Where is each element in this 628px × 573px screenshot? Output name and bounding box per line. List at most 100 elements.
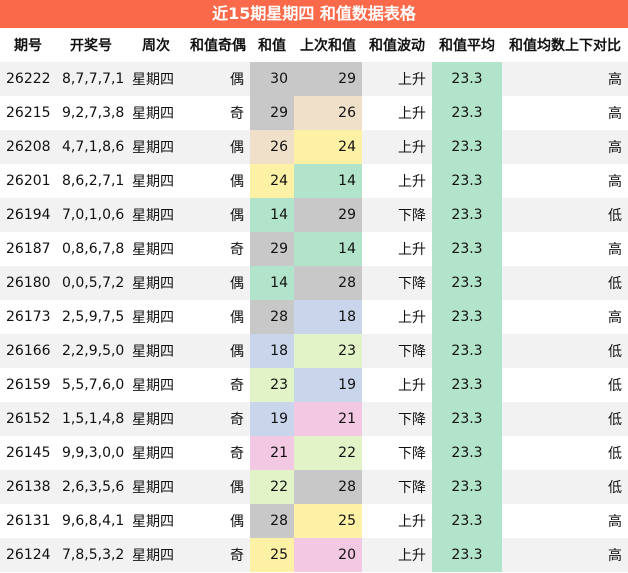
cell-trend: 下降: [362, 266, 432, 300]
sum-data-table: 期号 开奖号 周次 和值奇偶 和值 上次和值 和值波动 和值平均 和值均数上下对…: [0, 28, 628, 572]
cell-trend: 上升: [362, 96, 432, 130]
cell-trend: 下降: [362, 436, 432, 470]
cell-trend: 下降: [362, 334, 432, 368]
header-prev-sum: 上次和值: [300, 38, 356, 54]
cell-prev-sum: 28: [294, 266, 362, 300]
table-body: 26222 8,7,7,7,1 星期四偶 30 29 上升 23.3 高 26215 9,2,7,…: [0, 62, 628, 572]
cell-parity: 奇: [186, 538, 250, 572]
cell-issue: 26131: [0, 504, 56, 538]
table-row: 26201 8,6,2,7,1 星期四偶 24 14 上升 23.3 高: [0, 164, 628, 198]
cell-weekday: 星期四: [126, 96, 186, 130]
cell-weekday: 星期四: [126, 334, 186, 368]
cell-weekday: 星期四: [126, 402, 186, 436]
table-row: 26222 8,7,7,7,1 星期四偶 30 29 上升 23.3 高: [0, 62, 628, 96]
cell-compare: 低: [502, 368, 628, 402]
cell-compare: 低: [502, 470, 628, 504]
cell-trend: 上升: [362, 164, 432, 198]
cell-issue: 26215: [0, 96, 56, 130]
cell-sum: 14: [250, 266, 294, 300]
cell-numbers: 8,6,2,7,1: [56, 164, 126, 198]
cell-numbers: 7,8,5,3,2: [56, 538, 126, 572]
table-row: 26138 2,6,3,5,6 星期四偶 22 28 下降 23.3 低: [0, 470, 628, 504]
cell-average: 23.3: [432, 130, 502, 164]
cell-compare: 低: [502, 198, 628, 232]
cell-average: 23.3: [432, 538, 502, 572]
cell-average: 23.3: [432, 164, 502, 198]
cell-issue: 26159: [0, 368, 56, 402]
cell-parity: 偶: [186, 334, 250, 368]
cell-weekday: 星期四: [126, 232, 186, 266]
cell-average: 23.3: [432, 334, 502, 368]
cell-sum: 28: [250, 504, 294, 538]
cell-numbers: 0,0,5,7,2: [56, 266, 126, 300]
cell-prev-sum: 18: [294, 300, 362, 334]
cell-weekday: 星期四: [126, 266, 186, 300]
cell-weekday: 星期四: [126, 300, 186, 334]
cell-numbers: 8,7,7,7,1: [56, 62, 126, 96]
cell-sum: 14: [250, 198, 294, 232]
header-average: 和值平均: [439, 38, 495, 54]
cell-parity: 偶: [186, 470, 250, 504]
cell-prev-sum: 24: [294, 130, 362, 164]
header-sum: 和值: [258, 38, 286, 54]
cell-numbers: 0,8,6,7,8: [56, 232, 126, 266]
cell-trend: 上升: [362, 538, 432, 572]
cell-prev-sum: 20: [294, 538, 362, 572]
cell-compare: 高: [502, 164, 628, 198]
cell-sum: 18: [250, 334, 294, 368]
cell-average: 23.3: [432, 402, 502, 436]
cell-prev-sum: 25: [294, 504, 362, 538]
cell-average: 23.3: [432, 504, 502, 538]
cell-numbers: 9,2,7,3,8: [56, 96, 126, 130]
cell-sum: 19: [250, 402, 294, 436]
cell-weekday: 星期四: [126, 198, 186, 232]
cell-weekday: 星期四: [126, 538, 186, 572]
cell-trend: 上升: [362, 232, 432, 266]
cell-issue: 26173: [0, 300, 56, 334]
cell-prev-sum: 14: [294, 232, 362, 266]
cell-prev-sum: 28: [294, 470, 362, 504]
cell-parity: 偶: [186, 62, 250, 96]
cell-issue: 26180: [0, 266, 56, 300]
cell-sum: 30: [250, 62, 294, 96]
table-row: 26124 7,8,5,3,2 星期四奇 25 20 上升 23.3 高: [0, 538, 628, 572]
cell-issue: 26194: [0, 198, 56, 232]
cell-average: 23.3: [432, 96, 502, 130]
cell-weekday: 星期四: [126, 504, 186, 538]
cell-prev-sum: 26: [294, 96, 362, 130]
cell-compare: 低: [502, 266, 628, 300]
header-numbers: 开奖号: [70, 38, 112, 54]
cell-parity: 偶: [186, 504, 250, 538]
table-row: 26180 0,0,5,7,2 星期四偶 14 28 下降 23.3 低: [0, 266, 628, 300]
table-row: 26173 2,5,9,7,5 星期四偶 28 18 上升 23.3 高: [0, 300, 628, 334]
cell-weekday: 星期四: [126, 62, 186, 96]
table-title: 近15期星期四 和值数据表格: [0, 0, 628, 28]
header-compare: 和值均数上下对比: [509, 38, 621, 54]
cell-sum: 26: [250, 130, 294, 164]
cell-sum: 28: [250, 300, 294, 334]
table-row: 26194 7,0,1,0,6 星期四偶 14 29 下降 23.3 低: [0, 198, 628, 232]
cell-prev-sum: 23: [294, 334, 362, 368]
cell-parity: 奇: [186, 436, 250, 470]
cell-trend: 下降: [362, 470, 432, 504]
cell-sum: 25: [250, 538, 294, 572]
cell-average: 23.3: [432, 232, 502, 266]
table-row: 26208 4,7,1,8,6 星期四偶 26 24 上升 23.3 高: [0, 130, 628, 164]
cell-parity: 偶: [186, 266, 250, 300]
data-table-container: 近15期星期四 和值数据表格 期号 开奖号 周次 和值奇偶 和值 上次和值 和值…: [0, 0, 628, 572]
cell-average: 23.3: [432, 198, 502, 232]
cell-prev-sum: 29: [294, 198, 362, 232]
cell-parity: 奇: [186, 368, 250, 402]
cell-trend: 上升: [362, 368, 432, 402]
cell-parity: 偶: [186, 198, 250, 232]
cell-sum: 24: [250, 164, 294, 198]
cell-average: 23.3: [432, 266, 502, 300]
table-row: 26187 0,8,6,7,8 星期四奇 29 14 上升 23.3 高: [0, 232, 628, 266]
header-row: 期号 开奖号 周次 和值奇偶 和值 上次和值 和值波动 和值平均 和值均数上下对…: [0, 28, 628, 62]
cell-compare: 低: [502, 436, 628, 470]
cell-numbers: 2,2,9,5,0: [56, 334, 126, 368]
cell-trend: 下降: [362, 198, 432, 232]
cell-numbers: 7,0,1,0,6: [56, 198, 126, 232]
cell-compare: 高: [502, 96, 628, 130]
cell-issue: 26208: [0, 130, 56, 164]
